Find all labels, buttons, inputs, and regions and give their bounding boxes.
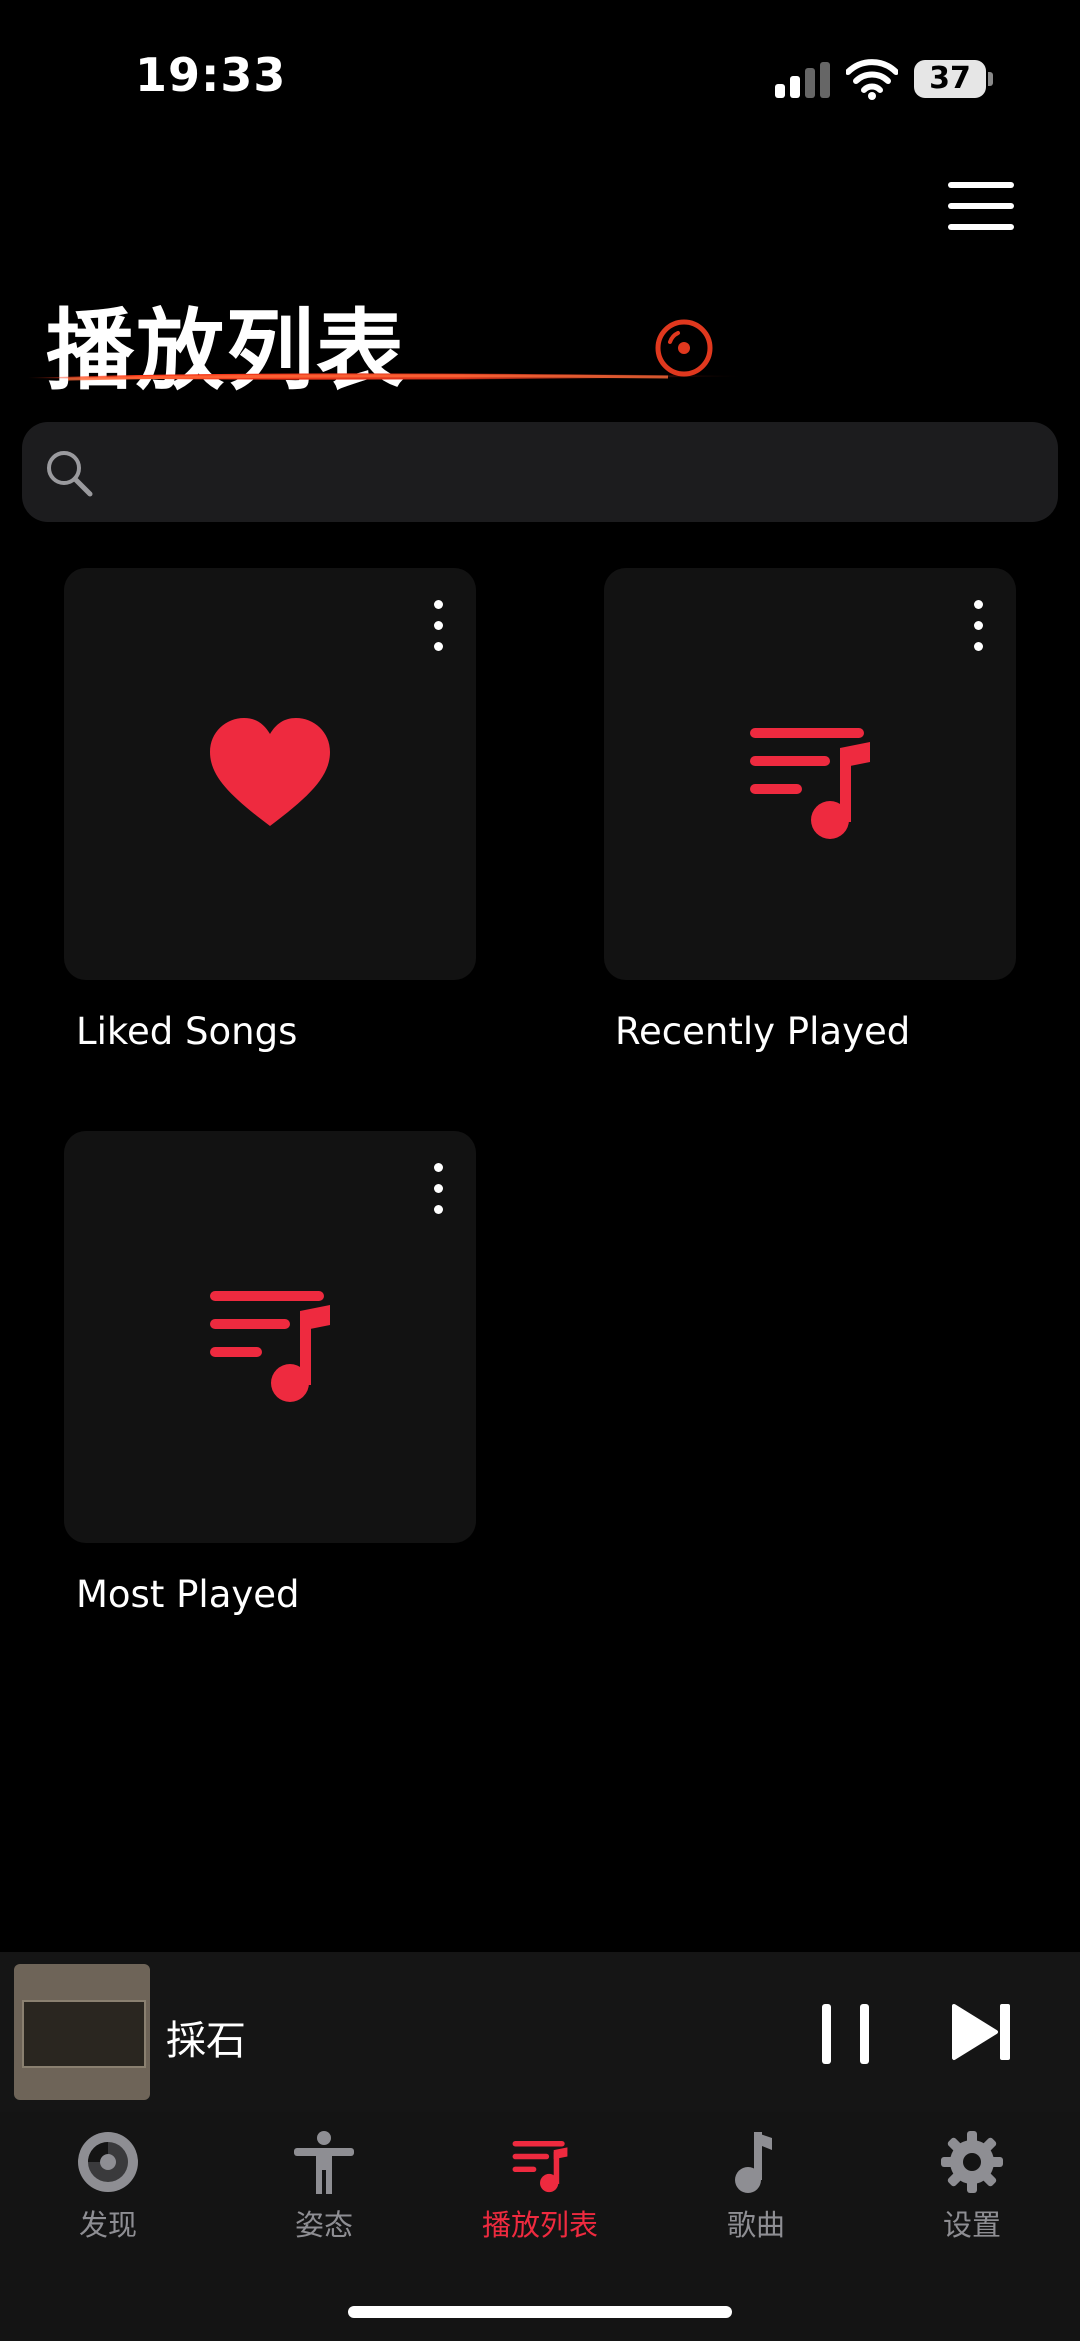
search-icon xyxy=(47,451,93,497)
tab-posture[interactable]: 姿态 xyxy=(216,2112,432,2242)
home-indicator[interactable] xyxy=(348,2306,732,2318)
playlist-card-liked-songs[interactable] xyxy=(64,568,476,980)
more-options-icon[interactable] xyxy=(430,600,446,652)
now-playing-bar[interactable]: 採石 xyxy=(0,1952,1080,2112)
tab-label: 歌曲 xyxy=(726,2208,785,2242)
tab-label: 发现 xyxy=(78,2208,137,2242)
disc-icon xyxy=(78,2132,138,2192)
person-icon xyxy=(294,2131,354,2194)
heart-icon xyxy=(210,718,330,826)
tab-settings[interactable]: 设置 xyxy=(864,2112,1080,2242)
playlist-name: Liked Songs xyxy=(76,1010,298,1053)
playlist-icon xyxy=(210,1291,330,1402)
tab-label: 播放列表 xyxy=(481,2208,598,2242)
playlist-icon xyxy=(750,728,870,839)
vinyl-disc-icon xyxy=(655,319,713,377)
tab-songs[interactable]: 歌曲 xyxy=(648,2112,864,2242)
pause-button[interactable] xyxy=(818,2004,874,2066)
title-underline-decoration xyxy=(28,373,748,381)
search-bar[interactable] xyxy=(22,422,1058,524)
gear-icon xyxy=(941,2131,1003,2193)
tab-label: 姿态 xyxy=(294,2208,353,2242)
playlist-card-recently-played[interactable] xyxy=(604,568,1016,980)
more-options-icon[interactable] xyxy=(970,600,986,652)
tab-discover[interactable]: 发现 xyxy=(0,2112,216,2242)
now-playing-title: 採石 xyxy=(166,2018,246,2064)
battery-indicator: 37 xyxy=(914,60,986,98)
menu-button[interactable] xyxy=(948,182,1014,230)
album-art xyxy=(14,1964,150,2100)
cellular-signal-icon xyxy=(775,62,831,98)
playlist-name: Recently Played xyxy=(615,1010,911,1053)
tab-playlists[interactable]: 播放列表 xyxy=(432,2112,648,2242)
wifi-icon xyxy=(846,59,898,100)
playlist-icon xyxy=(512,2140,568,2193)
battery-cap xyxy=(988,72,993,86)
music-note-icon xyxy=(735,2132,772,2193)
more-options-icon[interactable] xyxy=(430,1163,446,1215)
search-input[interactable] xyxy=(108,422,1032,524)
playlist-card-most-played[interactable] xyxy=(64,1131,476,1543)
status-time: 19:33 xyxy=(135,48,287,102)
next-track-button[interactable] xyxy=(950,2000,1014,2064)
tab-label: 设置 xyxy=(942,2208,1001,2242)
playlist-name: Most Played xyxy=(76,1573,300,1616)
